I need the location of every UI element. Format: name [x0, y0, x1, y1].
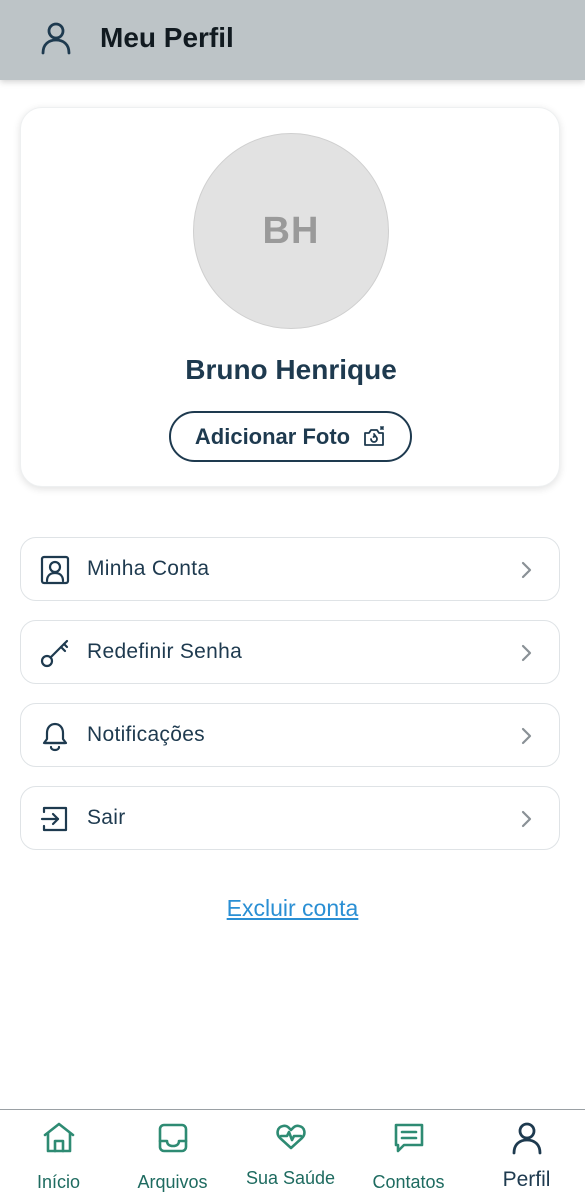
key-icon [40, 639, 69, 668]
add-photo-label: Adicionar Foto [194, 423, 351, 449]
avatar-initials: BH [262, 209, 320, 252]
delete-account-link[interactable]: Excluir conta [227, 895, 359, 921]
menu-item-label: Minha Conta [87, 557, 210, 580]
message-icon [394, 1123, 423, 1153]
nav-item-arquivos[interactable]: Arquivos [114, 1110, 231, 1203]
chevron-right-icon [521, 644, 532, 662]
user-icon [41, 22, 71, 55]
nav-label: Início [36, 1172, 81, 1192]
user-icon [512, 1122, 541, 1155]
user-name: Bruno Henrique [185, 354, 397, 385]
account-icon [40, 555, 70, 585]
home-icon [43, 1122, 74, 1153]
heart-pulse-icon [275, 1124, 306, 1150]
menu-item-sair[interactable]: Sair [20, 786, 560, 850]
delete-account-container: Excluir conta [0, 895, 585, 922]
nav-item-inicio[interactable]: Início [0, 1110, 117, 1203]
nav-label: Contatos [372, 1172, 445, 1192]
app-header: Meu Perfil [0, 0, 585, 80]
chevron-right-icon [521, 727, 532, 745]
bell-icon [42, 722, 68, 752]
nav-item-sua-saude[interactable]: Sua Saúde [232, 1110, 349, 1203]
menu-item-minha-conta[interactable]: Minha Conta [20, 537, 560, 601]
menu-item-label: Sair [87, 806, 126, 829]
nav-label: Perfil [502, 1168, 551, 1191]
add-photo-button[interactable]: Adicionar Foto [169, 411, 412, 462]
bottom-nav: Início Arquivos Sua Saúde Contatos Perfi… [0, 1109, 585, 1203]
menu-item-label: Redefinir Senha [87, 640, 243, 663]
menu-item-redefinir-senha[interactable]: Redefinir Senha [20, 620, 560, 684]
logout-icon [40, 806, 68, 832]
camera-rotate-icon [364, 425, 385, 446]
menu-item-label: Notificações [87, 723, 205, 746]
nav-label: Sua Saúde [245, 1168, 336, 1188]
nav-item-contatos[interactable]: Contatos [350, 1110, 467, 1203]
nav-item-perfil[interactable]: Perfil [468, 1110, 585, 1203]
page-title: Meu Perfil [100, 22, 234, 53]
chevron-right-icon [521, 810, 532, 828]
menu-item-notificacoes[interactable]: Notificações [20, 703, 560, 767]
nav-label: Arquivos [137, 1172, 208, 1192]
avatar[interactable]: BH [193, 133, 389, 329]
inbox-icon [158, 1123, 187, 1153]
profile-card: BH Bruno Henrique Adicionar Foto [20, 107, 560, 487]
chevron-right-icon [521, 561, 532, 579]
